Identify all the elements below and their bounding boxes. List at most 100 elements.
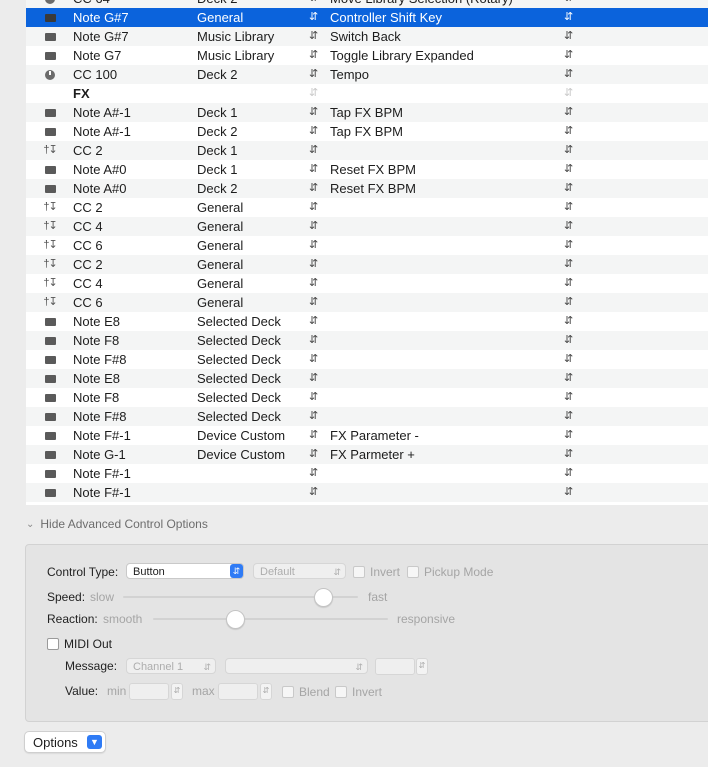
mapping-row[interactable]: †↧ CC 2 General ⇵ ⇵ <box>26 198 708 217</box>
function-stepper-icon[interactable]: ⇵ <box>564 312 573 331</box>
function-stepper-icon[interactable]: ⇵ <box>564 27 573 46</box>
mapping-row[interactable]: Note G7 Music Library ⇵ Toggle Library Expa… <box>26 46 708 65</box>
assignment-stepper-icon[interactable]: ⇵ <box>309 160 318 179</box>
function-stepper-icon[interactable]: ⇵ <box>564 274 573 293</box>
mapping-row[interactable]: †↧ CC 4 General ⇵ ⇵ <box>26 274 708 293</box>
function-cell[interactable]: Move Library Selection (Rotary) <box>330 0 513 8</box>
function-stepper-icon[interactable]: ⇵ <box>564 350 573 369</box>
assignment-cell[interactable]: Selected Deck <box>197 388 281 407</box>
function-stepper-icon[interactable]: ⇵ <box>564 179 573 198</box>
assignment-cell[interactable]: Deck 2 <box>197 179 237 198</box>
assignment-stepper-icon[interactable]: ⇵ <box>309 464 318 483</box>
function-stepper-icon[interactable]: ⇵ <box>564 483 573 502</box>
function-stepper-icon[interactable]: ⇵ <box>564 255 573 274</box>
function-stepper-icon[interactable]: ⇵ <box>564 217 573 236</box>
mapping-row[interactable]: Note A#0 Deck 1 ⇵ Reset FX BPM ⇵ <box>26 160 708 179</box>
mapping-row[interactable]: †↧ CC 2 Deck 1 ⇵ ⇵ <box>26 141 708 160</box>
assignment-cell[interactable]: General <box>197 198 243 217</box>
mapping-row[interactable]: Note E8 Selected Deck ⇵ ⇵ <box>26 369 708 388</box>
assignment-stepper-icon[interactable]: ⇵ <box>309 388 318 407</box>
assignment-stepper-icon[interactable]: ⇵ <box>309 27 318 46</box>
assignment-cell[interactable]: General <box>197 255 243 274</box>
advanced-toggle[interactable]: ⌄ Hide Advanced Control Options <box>26 517 208 531</box>
mapping-row[interactable]: Note F#8 Selected Deck ⇵ ⇵ <box>26 350 708 369</box>
function-stepper-icon[interactable]: ⇵ <box>564 331 573 350</box>
function-stepper-icon[interactable]: ⇵ <box>564 464 573 483</box>
value-max-stepper[interactable]: ⇵ <box>260 683 272 700</box>
options-button[interactable]: Options ▼ <box>24 731 106 753</box>
mapping-row[interactable]: Note F#-1 ⇵ ⇵ <box>26 483 708 502</box>
assignment-cell[interactable]: Deck 1 <box>197 160 237 179</box>
mapping-row[interactable]: CC 64 Deck 2 ⇵ Move Library Selection (Rota… <box>26 0 708 8</box>
function-stepper-icon[interactable]: ⇵ <box>564 122 573 141</box>
value-min-field[interactable] <box>129 683 169 700</box>
assignment-cell[interactable]: Selected Deck <box>197 331 281 350</box>
function-cell[interactable]: Reset FX BPM <box>330 160 416 179</box>
assignment-cell[interactable]: Selected Deck <box>197 407 281 426</box>
blend-checkbox[interactable]: Blend <box>282 685 330 699</box>
mapping-row[interactable]: Note F#-1 Device Custom ⇵ FX Parameter - ⇵ <box>26 426 708 445</box>
function-stepper-icon[interactable]: ⇵ <box>564 293 573 312</box>
assignment-stepper-icon[interactable]: ⇵ <box>309 84 318 103</box>
assignment-stepper-icon[interactable]: ⇵ <box>309 198 318 217</box>
function-cell[interactable]: Controller Shift Key <box>330 8 442 27</box>
assignment-stepper-icon[interactable]: ⇵ <box>309 0 318 8</box>
function-cell[interactable]: Tap FX BPM <box>330 122 403 141</box>
function-cell[interactable]: Switch Back <box>330 27 401 46</box>
mapping-table[interactable]: CC 64 Deck 2 ⇵ Move Library Selection (Rota… <box>26 0 708 505</box>
assignment-stepper-icon[interactable]: ⇵ <box>309 236 318 255</box>
assignment-cell[interactable]: General <box>197 217 243 236</box>
assignment-stepper-icon[interactable]: ⇵ <box>309 426 318 445</box>
assignment-stepper-icon[interactable]: ⇵ <box>309 312 318 331</box>
assignment-stepper-icon[interactable]: ⇵ <box>309 255 318 274</box>
function-stepper-icon[interactable]: ⇵ <box>564 0 573 8</box>
mapping-row[interactable]: Note A#0 Deck 2 ⇵ Reset FX BPM ⇵ <box>26 179 708 198</box>
mapping-row[interactable]: Note F8 Selected Deck ⇵ ⇵ <box>26 331 708 350</box>
assignment-stepper-icon[interactable]: ⇵ <box>309 46 318 65</box>
assignment-stepper-icon[interactable]: ⇵ <box>309 141 318 160</box>
assignment-cell[interactable]: Music Library <box>197 27 274 46</box>
assignment-cell[interactable]: Deck 1 <box>197 103 237 122</box>
mapping-row[interactable]: Note A#-1 Deck 1 ⇵ Tap FX BPM ⇵ <box>26 103 708 122</box>
mode-select[interactable]: Default ⇵ <box>253 563 346 579</box>
function-stepper-icon[interactable]: ⇵ <box>564 8 573 27</box>
mapping-row[interactable]: Note A#-1 Deck 2 ⇵ Tap FX BPM ⇵ <box>26 122 708 141</box>
assignment-cell[interactable]: General <box>197 274 243 293</box>
speed-slider[interactable] <box>123 588 358 607</box>
mapping-row[interactable]: CC 100 Deck 2 ⇵ Tempo ⇵ <box>26 65 708 84</box>
assignment-cell[interactable]: Deck 1 <box>197 141 237 160</box>
assignment-stepper-icon[interactable]: ⇵ <box>309 217 318 236</box>
assignment-cell[interactable]: General <box>197 293 243 312</box>
function-stepper-icon[interactable]: ⇵ <box>564 369 573 388</box>
assignment-stepper-icon[interactable]: ⇵ <box>309 350 318 369</box>
function-stepper-icon[interactable]: ⇵ <box>564 445 573 464</box>
value-max-field[interactable] <box>218 683 258 700</box>
mapping-row[interactable]: Note G#7 General ⇵ Controller Shift Key ⇵ <box>26 8 708 27</box>
speed-slider-thumb[interactable] <box>313 588 333 607</box>
invert-checkbox[interactable]: Invert <box>353 565 400 579</box>
mapping-row[interactable]: †↧ CC 4 General ⇵ ⇵ <box>26 217 708 236</box>
assignment-cell[interactable]: General <box>197 8 243 27</box>
assignment-cell[interactable]: Selected Deck <box>197 350 281 369</box>
assignment-stepper-icon[interactable]: ⇵ <box>309 445 318 464</box>
pickup-mode-checkbox[interactable]: Pickup Mode <box>407 565 493 579</box>
group-header-row[interactable]: FX ⇵ ⇵ <box>26 84 708 103</box>
assignment-stepper-icon[interactable]: ⇵ <box>309 274 318 293</box>
value-min-stepper[interactable]: ⇵ <box>171 683 183 700</box>
function-stepper-icon[interactable]: ⇵ <box>564 388 573 407</box>
assignment-cell[interactable]: Deck 2 <box>197 0 237 8</box>
function-stepper-icon[interactable]: ⇵ <box>564 141 573 160</box>
mapping-row[interactable]: Note F8 Selected Deck ⇵ ⇵ <box>26 388 708 407</box>
function-stepper-icon[interactable]: ⇵ <box>564 160 573 179</box>
assignment-stepper-icon[interactable]: ⇵ <box>309 331 318 350</box>
midi-out-checkbox[interactable]: MIDI Out <box>47 637 112 651</box>
function-cell[interactable]: FX Parmeter + <box>330 445 415 464</box>
function-stepper-icon[interactable]: ⇵ <box>564 198 573 217</box>
function-stepper-icon[interactable]: ⇵ <box>564 103 573 122</box>
mapping-row[interactable]: Note G#7 Music Library ⇵ Switch Back ⇵ <box>26 27 708 46</box>
mapping-row[interactable]: Note E8 Selected Deck ⇵ ⇵ <box>26 312 708 331</box>
assignment-stepper-icon[interactable]: ⇵ <box>309 8 318 27</box>
message-number-stepper[interactable]: ⇵ <box>416 658 428 675</box>
assignment-cell[interactable]: General <box>197 236 243 255</box>
assignment-stepper-icon[interactable]: ⇵ <box>309 65 318 84</box>
